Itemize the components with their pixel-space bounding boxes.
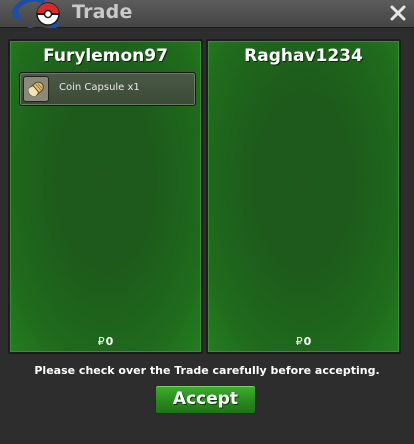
item-icon-frame (23, 76, 49, 102)
trade-notice: Please check over the Trade carefully be… (34, 364, 380, 377)
item-label: Coin Capsule x1 (59, 82, 140, 93)
right-player-money: ₽0 (208, 335, 399, 348)
trade-body: Furylemon97 Coin Capsule x1 ₽0 Raghav123… (0, 28, 414, 444)
left-player-name: Furylemon97 (43, 46, 168, 66)
accept-button[interactable]: Accept (155, 385, 256, 414)
trade-item-slot[interactable]: Coin Capsule x1 (19, 72, 196, 106)
trade-window: Trade Furylemon97 Coin Capsule x1 ₽0 Rag… (0, 0, 414, 444)
currency-symbol: ₽ (295, 335, 303, 348)
left-player-panel: Furylemon97 Coin Capsule x1 ₽0 (8, 39, 203, 354)
title-bar[interactable]: Trade (0, 0, 414, 33)
currency-symbol: ₽ (97, 335, 105, 348)
right-player-name: Raghav1234 (244, 46, 363, 66)
money-amount: 0 (105, 335, 114, 348)
window-title: Trade (72, 1, 133, 23)
coin-capsule-icon (28, 81, 44, 97)
left-player-money: ₽0 (10, 335, 201, 348)
right-player-panel: Raghav1234 ₽0 (206, 39, 401, 354)
money-amount: 0 (303, 335, 312, 348)
close-icon[interactable] (388, 3, 408, 23)
